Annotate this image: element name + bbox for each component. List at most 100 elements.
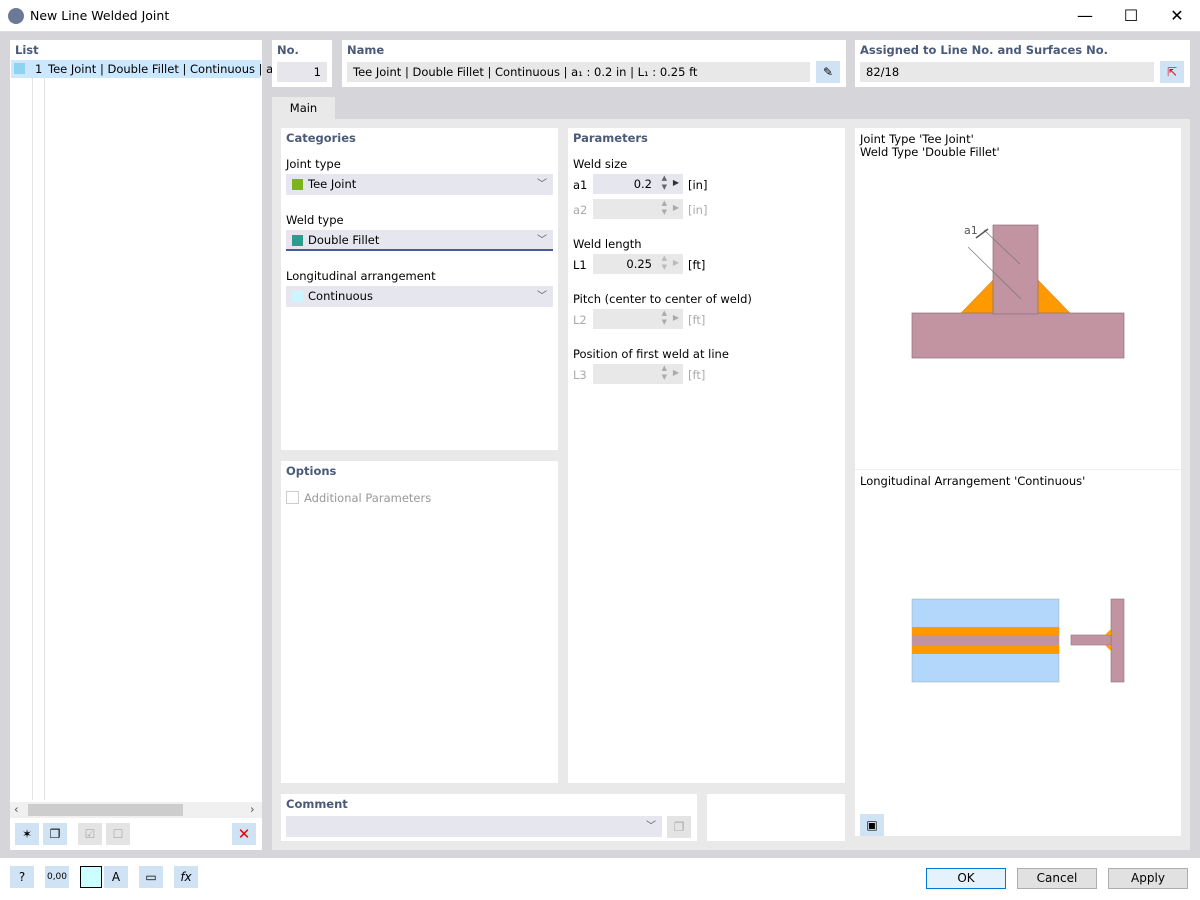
maximize-button[interactable]: ☐ bbox=[1108, 0, 1154, 32]
help-button[interactable]: ? bbox=[10, 866, 34, 888]
list-item-label: Tee Joint | Double Fillet | Continuous |… bbox=[48, 62, 281, 76]
L2-input[interactable]: ▲ ▼ ▶ bbox=[593, 309, 683, 329]
section-flange bbox=[1070, 634, 1112, 646]
uncheck-button[interactable]: ☐ bbox=[106, 823, 130, 845]
longitudinal-diagram bbox=[911, 598, 1125, 683]
play-icon[interactable]: ▶ bbox=[673, 258, 679, 267]
spin-arrows-icon: ▲ ▼ bbox=[661, 309, 667, 326]
list-item-no: 1 bbox=[35, 62, 43, 76]
spin-arrows-icon: ▲ ▼ bbox=[661, 199, 667, 216]
cancel-button[interactable]: Cancel bbox=[1017, 868, 1097, 889]
list-item-color bbox=[14, 63, 25, 74]
right-weld bbox=[1037, 279, 1072, 315]
color-button[interactable] bbox=[80, 866, 102, 888]
additional-parameters-checkbox[interactable] bbox=[286, 491, 299, 504]
left-weld bbox=[959, 279, 994, 315]
weld-size-label: Weld size bbox=[573, 157, 628, 171]
copy-item-button[interactable]: ❐ bbox=[43, 823, 67, 845]
tab-main[interactable]: Main bbox=[272, 97, 335, 120]
play-icon: ▶ bbox=[672, 313, 679, 322]
a2-input[interactable]: ▲ ▼ ▶ bbox=[593, 199, 683, 219]
spin-arrows-icon[interactable]: ▲ ▼ bbox=[662, 174, 667, 192]
weld-type-swatch bbox=[292, 235, 303, 246]
close-button[interactable]: ✕ bbox=[1154, 0, 1200, 32]
L1-symbol: L1 bbox=[573, 258, 587, 272]
weld-type-value: Double Fillet bbox=[308, 233, 380, 247]
longitudinal-dropdown[interactable]: Continuous ﹀ bbox=[286, 286, 553, 307]
L3-input[interactable]: ▲ ▼ ▶ bbox=[593, 364, 683, 384]
parameters-panel: Parameters Weld size a1 0.2 ▲ ▼ ▶ [in] a2 ▲… bbox=[568, 128, 845, 783]
title-bar: New Line Welded Joint — ☐ ✕ bbox=[0, 0, 1200, 32]
no-panel: No. 1 bbox=[272, 40, 332, 87]
longitudinal-label: Longitudinal arrangement bbox=[286, 269, 436, 283]
preview-panel: Joint Type 'Tee Joint' Weld Type 'Double… bbox=[855, 128, 1181, 836]
edit-name-button[interactable]: ✎ bbox=[816, 61, 840, 83]
bottom-bar: ? 0,00 A ▭ fx OK Cancel Apply bbox=[0, 858, 1200, 900]
display-properties-button[interactable]: A bbox=[104, 866, 128, 888]
weld-type-label: Weld type bbox=[286, 213, 344, 227]
no-field[interactable]: 1 bbox=[277, 62, 327, 82]
L1-value: 0.25 bbox=[626, 257, 652, 271]
joint-type-swatch bbox=[292, 179, 303, 190]
web-plate bbox=[992, 224, 1039, 315]
window-title: New Line Welded Joint bbox=[30, 8, 170, 23]
check-all-button[interactable]: ☑ bbox=[78, 823, 102, 845]
comment-input[interactable]: ﹀ bbox=[286, 816, 662, 837]
spin-arrows-icon[interactable]: ▲ ▼ bbox=[662, 254, 667, 272]
chevron-down-icon: ﹀ bbox=[537, 291, 547, 302]
new-item-button[interactable]: ✶ bbox=[15, 823, 39, 845]
preview-joint-type: Joint Type 'Tee Joint' bbox=[860, 132, 974, 146]
line-strip bbox=[912, 635, 1059, 645]
scroll-thumb[interactable] bbox=[28, 804, 183, 816]
scroll-left-icon[interactable]: ‹ bbox=[14, 802, 19, 816]
preview-options-button[interactable]: ▣ bbox=[860, 814, 884, 836]
weld-type-dropdown[interactable]: Double Fillet ﹀ bbox=[286, 230, 553, 251]
units-button[interactable]: 0,00 bbox=[45, 866, 69, 888]
play-icon: ▶ bbox=[672, 203, 679, 212]
L2-symbol: L2 bbox=[573, 313, 587, 327]
play-icon[interactable]: ▶ bbox=[673, 178, 679, 187]
L3-symbol: L3 bbox=[573, 368, 587, 382]
joint-type-label: Joint type bbox=[286, 157, 341, 171]
ok-button[interactable]: OK bbox=[926, 868, 1006, 889]
comment-library-button[interactable]: ❐ bbox=[667, 816, 691, 838]
pick-lines-button[interactable]: ⇱ bbox=[1160, 61, 1184, 83]
no-header: No. bbox=[277, 43, 299, 57]
additional-parameters-label: Additional Parameters bbox=[304, 491, 432, 505]
comment-panel: Comment ﹀ ❐ bbox=[281, 794, 697, 841]
parameters-header: Parameters bbox=[573, 131, 648, 145]
joint-type-dropdown[interactable]: Tee Joint ﹀ bbox=[286, 174, 553, 195]
chevron-down-icon[interactable]: ﹀ bbox=[646, 816, 656, 837]
name-field[interactable]: Tee Joint | Double Fillet | Continuous |… bbox=[347, 62, 810, 82]
formula-button[interactable]: fx bbox=[174, 866, 198, 888]
a1-value: 0.2 bbox=[633, 177, 652, 191]
L1-unit: [ft] bbox=[688, 258, 706, 272]
delete-button[interactable]: ✕ bbox=[232, 823, 256, 845]
a1-unit: [in] bbox=[688, 178, 708, 192]
a1-input[interactable]: 0.2 ▲ ▼ ▶ bbox=[593, 174, 683, 194]
tee-joint-diagram: a1 bbox=[911, 224, 1125, 359]
minimize-button[interactable]: — bbox=[1062, 0, 1108, 32]
dimension-arrow-icon bbox=[975, 228, 989, 239]
apply-button[interactable]: Apply bbox=[1108, 868, 1188, 889]
assigned-field[interactable]: 82/18 bbox=[860, 62, 1154, 82]
comment-header: Comment bbox=[286, 797, 348, 811]
section-web bbox=[1110, 598, 1125, 683]
L1-input[interactable]: 0.25 ▲ ▼ ▶ bbox=[593, 254, 683, 274]
dimension-label: a1 bbox=[964, 224, 978, 237]
categories-header: Categories bbox=[286, 131, 356, 145]
L2-unit: [ft] bbox=[688, 313, 706, 327]
assigned-header: Assigned to Line No. and Surfaces No. bbox=[860, 43, 1108, 57]
longitudinal-value: Continuous bbox=[308, 289, 373, 303]
base-plate bbox=[911, 312, 1125, 359]
a2-unit: [in] bbox=[688, 203, 708, 217]
name-panel: Name Tee Joint | Double Fillet | Continu… bbox=[342, 40, 846, 87]
list-item[interactable]: 1 Tee Joint | Double Fillet | Continuous… bbox=[11, 60, 281, 78]
horizontal-scrollbar[interactable]: ‹ › bbox=[10, 802, 262, 818]
options-panel: Options Additional Parameters bbox=[281, 461, 558, 783]
a1-symbol: a1 bbox=[573, 178, 588, 192]
scroll-right-icon[interactable]: › bbox=[250, 802, 255, 816]
view-button[interactable]: ▭ bbox=[139, 866, 163, 888]
a2-symbol: a2 bbox=[573, 203, 588, 217]
assigned-panel: Assigned to Line No. and Surfaces No. 82… bbox=[855, 40, 1190, 87]
